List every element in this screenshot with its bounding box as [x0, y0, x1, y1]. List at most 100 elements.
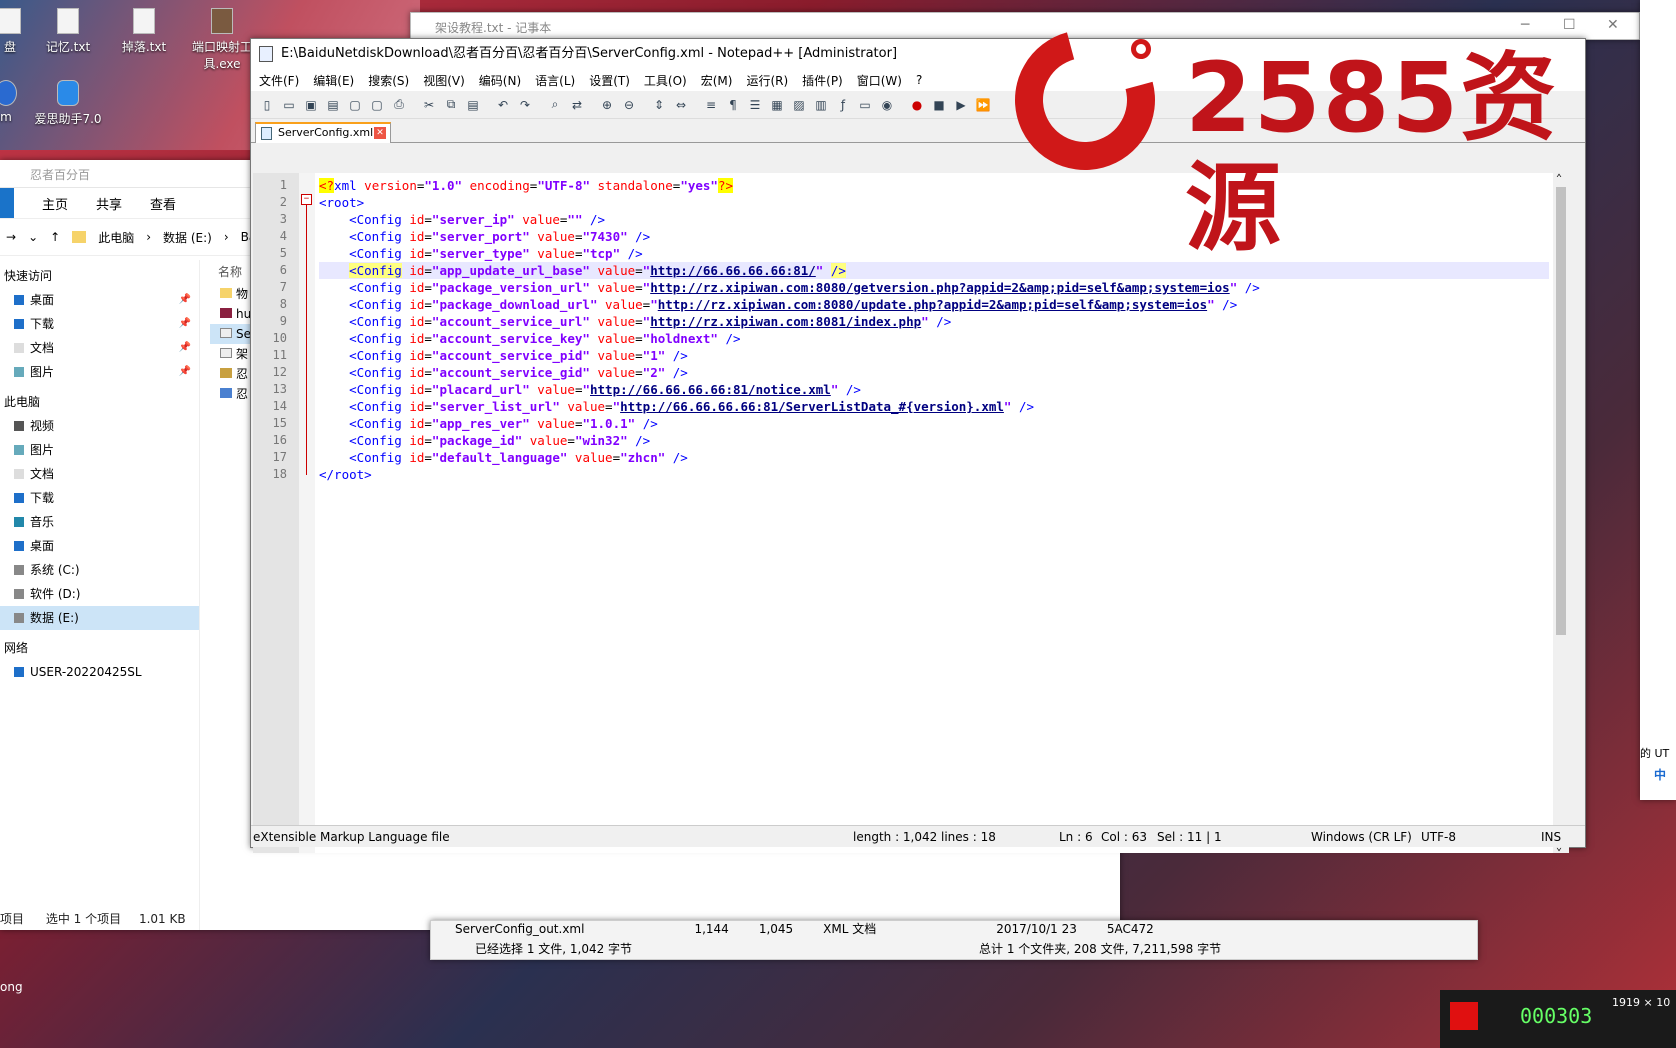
- nav-item[interactable]: 软件 (D:): [0, 582, 199, 606]
- nav-network[interactable]: 网络: [0, 636, 199, 660]
- tab-serverconfig[interactable]: ServerConfig.xml ✕: [255, 122, 391, 143]
- new-file-icon[interactable]: ▯: [257, 95, 277, 115]
- nav-item[interactable]: 桌面 📌: [0, 288, 199, 312]
- save-icon[interactable]: ▣: [301, 95, 321, 115]
- ime-indicator[interactable]: 中: [1654, 766, 1666, 783]
- chevron-down-icon[interactable]: ⌄: [28, 230, 38, 244]
- up-arrow-icon[interactable]: ↑: [50, 230, 60, 244]
- nav-item[interactable]: 数据 (E:): [0, 606, 199, 630]
- nav-item[interactable]: 下载 📌: [0, 312, 199, 336]
- nav-this-pc[interactable]: 此电脑: [0, 390, 199, 414]
- find-icon[interactable]: ⌕: [545, 95, 565, 115]
- nav-item[interactable]: 文档 📌: [0, 336, 199, 360]
- close-file-icon[interactable]: ▢: [345, 95, 365, 115]
- code-line[interactable]: <Config id="default_language" value="zhc…: [319, 449, 1549, 466]
- code-line[interactable]: <Config id="package_download_url" value=…: [319, 296, 1549, 313]
- fold-minus-icon[interactable]: −: [301, 194, 312, 205]
- code-line[interactable]: <Config id="package_id" value="win32" />: [319, 432, 1549, 449]
- desktop-icon[interactable]: 爱思助手7.0: [28, 80, 108, 127]
- udl-icon[interactable]: ▦: [767, 95, 787, 115]
- side-window[interactable]: 的 UT 中: [1640, 0, 1676, 800]
- back-icon[interactable]: →: [6, 230, 16, 244]
- status-encoding[interactable]: UTF-8: [1421, 830, 1456, 844]
- show-all-chars-icon[interactable]: ¶: [723, 95, 743, 115]
- record-macro-icon[interactable]: ●: [907, 95, 927, 115]
- folder-workspace-icon[interactable]: ▭: [855, 95, 875, 115]
- tab-home[interactable]: 主页: [42, 194, 68, 213]
- redo-icon[interactable]: ↷: [515, 95, 535, 115]
- menu-language[interactable]: 语言(L): [535, 72, 575, 89]
- close-tab-icon[interactable]: ✕: [374, 127, 386, 139]
- table-row[interactable]: ServerConfig_out.xml 1,144 1,045 XML 文档 …: [431, 921, 1477, 939]
- nav-item[interactable]: 视频: [0, 414, 199, 438]
- nav-item[interactable]: USER-20220425SL: [0, 660, 199, 684]
- save-all-icon[interactable]: ▤: [323, 95, 343, 115]
- zoom-in-icon[interactable]: ⊕: [597, 95, 617, 115]
- vertical-scrollbar[interactable]: ⌃ ⌄: [1553, 173, 1569, 853]
- breadcrumb-item[interactable]: 此电脑: [98, 229, 134, 246]
- menu-plugins[interactable]: 插件(P): [802, 72, 843, 89]
- undo-icon[interactable]: ↶: [493, 95, 513, 115]
- menu-tools[interactable]: 工具(O): [644, 72, 687, 89]
- nav-label: 系统 (C:): [30, 563, 80, 577]
- replace-icon[interactable]: ⇄: [567, 95, 587, 115]
- doc-list-icon[interactable]: ▥: [811, 95, 831, 115]
- sync-vertical-icon[interactable]: ⇕: [649, 95, 669, 115]
- second-explorer-window[interactable]: ServerConfig_out.xml 1,144 1,045 XML 文档 …: [430, 920, 1478, 960]
- menu-edit[interactable]: 编辑(E): [313, 72, 354, 89]
- fold-margin[interactable]: −: [299, 173, 315, 853]
- code-line[interactable]: <Config id="account_service_pid" value="…: [319, 347, 1549, 364]
- tab-share[interactable]: 共享: [96, 194, 122, 213]
- indent-guide-icon[interactable]: ☰: [745, 95, 765, 115]
- word-wrap-icon[interactable]: ≡: [701, 95, 721, 115]
- nav-item[interactable]: 桌面: [0, 534, 199, 558]
- zoom-out-icon[interactable]: ⊖: [619, 95, 639, 115]
- nav-item[interactable]: 图片 📌: [0, 360, 199, 384]
- function-list-icon[interactable]: ƒ: [833, 95, 853, 115]
- code-line[interactable]: <Config id="account_service_gid" value="…: [319, 364, 1549, 381]
- open-file-icon[interactable]: ▭: [279, 95, 299, 115]
- code-line[interactable]: <Config id="account_service_url" value="…: [319, 313, 1549, 330]
- menu-search[interactable]: 搜索(S): [368, 72, 409, 89]
- record-stop-button[interactable]: [1450, 1002, 1478, 1030]
- menu-help[interactable]: ?: [916, 73, 922, 87]
- menu-encoding[interactable]: 编码(N): [479, 72, 521, 89]
- code-line[interactable]: <Config id="server_list_url" value="http…: [319, 398, 1549, 415]
- doc-map-icon[interactable]: ▨: [789, 95, 809, 115]
- code-line[interactable]: <Config id="package_version_url" value="…: [319, 279, 1549, 296]
- nav-item[interactable]: 音乐: [0, 510, 199, 534]
- menu-window[interactable]: 窗口(W): [857, 72, 902, 89]
- nav-item[interactable]: 文档: [0, 462, 199, 486]
- code-line[interactable]: <Config id="placard_url" value="http://6…: [319, 381, 1549, 398]
- code-line[interactable]: <Config id="account_service_key" value="…: [319, 330, 1549, 347]
- desktop-icon[interactable]: 掉落.txt: [104, 8, 184, 55]
- menu-run[interactable]: 运行(R): [746, 72, 788, 89]
- play-macro-icon[interactable]: ▶: [951, 95, 971, 115]
- nav-item[interactable]: 系统 (C:): [0, 558, 199, 582]
- menu-macro[interactable]: 宏(M): [701, 72, 733, 89]
- run-macro-multiple-icon[interactable]: ⏩: [973, 95, 993, 115]
- side-text: 的 UT: [1640, 747, 1670, 760]
- sync-horizontal-icon[interactable]: ⇔: [671, 95, 691, 115]
- desktop-icon[interactable]: 记忆.txt: [28, 8, 108, 55]
- status-eol[interactable]: Windows (CR LF): [1311, 830, 1412, 844]
- stop-macro-icon[interactable]: ■: [929, 95, 949, 115]
- paste-icon[interactable]: ▤: [463, 95, 483, 115]
- code-line[interactable]: <Config id="app_update_url_base" value="…: [319, 262, 1549, 279]
- nav-item[interactable]: 下载: [0, 486, 199, 510]
- code-line[interactable]: <Config id="app_res_ver" value="1.0.1" /…: [319, 415, 1549, 432]
- tab-view[interactable]: 查看: [150, 194, 176, 213]
- menu-settings[interactable]: 设置(T): [589, 72, 630, 89]
- cut-icon[interactable]: ✂: [419, 95, 439, 115]
- file-tab[interactable]: [0, 188, 14, 218]
- menu-view[interactable]: 视图(V): [423, 72, 465, 89]
- code-editor[interactable]: 1 2 3 4 5 6 7 8 9 10 11 12 13 14 15 16 17 18 − <?xml vers…: [253, 173, 1569, 853]
- menu-file[interactable]: 文件(F): [259, 72, 299, 89]
- breadcrumb-item[interactable]: 数据 (E:): [163, 229, 212, 246]
- print-icon[interactable]: ⎙: [389, 95, 409, 115]
- nav-item[interactable]: 图片: [0, 438, 199, 462]
- close-all-icon[interactable]: ▢: [367, 95, 387, 115]
- copy-icon[interactable]: ⧉: [441, 95, 461, 115]
- monitor-icon[interactable]: ◉: [877, 95, 897, 115]
- nav-quick-access[interactable]: 快速访问: [0, 264, 199, 288]
